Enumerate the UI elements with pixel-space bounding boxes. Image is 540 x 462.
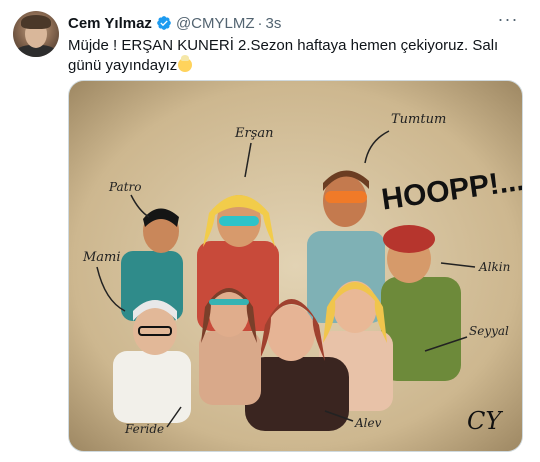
label-ersan-text: Erşan [234,126,274,141]
label-mami-text: Mami [82,250,121,265]
artist-signature: CY [467,407,503,435]
tweet-text-content: Müjde ! ERŞAN KUNERİ 2.Sezon haftaya hem… [68,37,499,74]
label-patro-text: Patro [108,180,141,194]
label-alev-text: Alev [354,416,382,430]
character-mami [199,288,261,405]
tweet-text: Müjde ! ERŞAN KUNERİ 2.Sezon haftaya hem… [68,36,518,76]
tweet-header: Cem Yılmaz @CMYLMZ · 3s [68,13,281,33]
baby-emoji-icon [178,55,193,72]
verified-badge-icon [157,16,171,30]
header-separator: · [257,14,263,32]
label-alkin-text: Alkin [478,260,510,274]
label-feride-text: Feride [124,422,164,436]
label-tumtum-text: Tumtum [391,112,446,127]
tweet-media-image[interactable]: HOOPP!... Erşan Tumtum Patro Mami Alkin … [68,80,523,452]
avatar-hair [21,15,51,29]
label-seyyal-text: Seyyal [469,324,509,338]
tweet-timestamp[interactable]: 3s [266,15,282,32]
author-avatar[interactable] [13,11,59,57]
tweet[interactable]: Cem Yılmaz @CMYLMZ · 3s ··· Müjde ! ERŞA… [0,0,540,462]
author-name[interactable]: Cem Yılmaz [68,15,152,32]
illustration-icon: HOOPP!... Erşan Tumtum Patro Mami Alkin … [69,81,522,451]
more-options-icon[interactable]: ··· [496,10,520,32]
author-handle[interactable]: @CMYLMZ [176,15,255,32]
